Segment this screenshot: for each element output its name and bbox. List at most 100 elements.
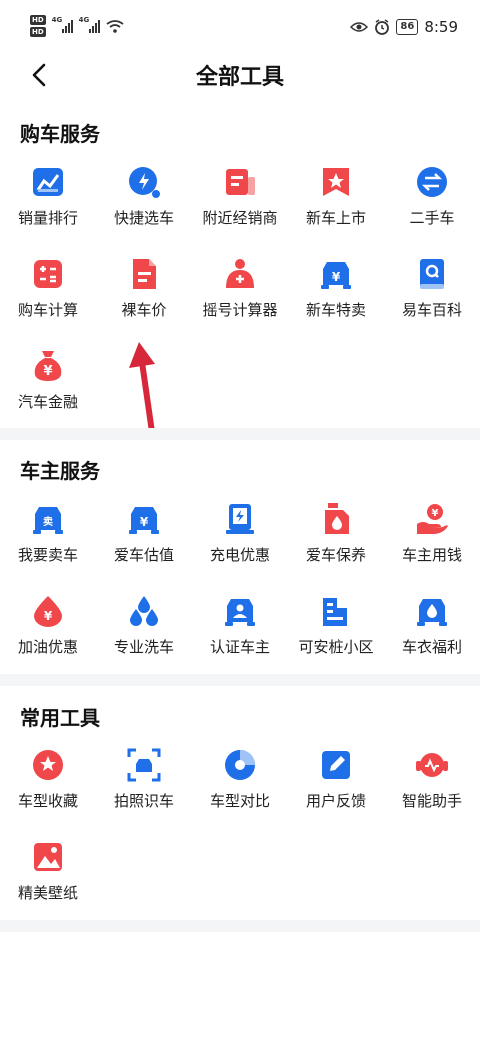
- tool-charging[interactable]: 充电优惠: [192, 502, 288, 592]
- tool-label: 爱车估值: [113, 546, 174, 564]
- tool-feedback[interactable]: 用户反馈: [288, 748, 384, 838]
- svg-text:卖: 卖: [43, 515, 53, 528]
- tool-used-car[interactable]: 二手车: [384, 165, 480, 255]
- valuation-icon: ¥: [129, 507, 159, 534]
- alarm-icon: [375, 19, 390, 35]
- tool-label: 易车百科: [401, 301, 462, 319]
- tool-label: 可安桩小区: [298, 638, 374, 656]
- tool-label: 裸车价: [121, 301, 167, 319]
- tool-car-wash[interactable]: 专业洗车: [96, 594, 192, 684]
- sales-ranking-icon: [33, 168, 63, 196]
- wifi-icon: [106, 20, 124, 33]
- tool-label: 用户反馈: [305, 792, 366, 810]
- pie-compare-icon: [225, 750, 255, 780]
- section-divider: [0, 674, 480, 686]
- tool-label: 汽车金融: [17, 393, 78, 411]
- tool-auto-finance[interactable]: ¥ 汽车金融: [0, 349, 96, 439]
- charging-icon: [226, 504, 254, 534]
- section-divider: [0, 920, 480, 932]
- tool-label: 购车计算: [17, 301, 78, 319]
- tool-label: 爱车保养: [305, 546, 366, 564]
- tool-special-sale[interactable]: ¥ 新车特卖: [288, 257, 384, 347]
- tool-label: 车衣福利: [401, 638, 462, 656]
- tool-dealer[interactable]: 附近经销商: [192, 165, 288, 255]
- encyclopedia-icon: [420, 259, 444, 289]
- oil-icon: [325, 503, 349, 534]
- car-cover-icon: [417, 599, 447, 626]
- section-title-purchase: 购车服务: [20, 122, 100, 146]
- tool-price[interactable]: 裸车价: [96, 257, 192, 347]
- tool-label: 新车特卖: [305, 301, 366, 319]
- section-divider: [0, 428, 480, 440]
- tool-fuel[interactable]: ¥ 加油优惠: [0, 594, 96, 684]
- tool-label: 车型对比: [209, 792, 270, 810]
- special-sale-icon: ¥: [321, 262, 351, 289]
- svg-text:¥: ¥: [332, 270, 341, 284]
- hand-coin-icon: ¥: [417, 504, 448, 534]
- money-bag-icon: ¥: [34, 351, 62, 381]
- tool-maintenance[interactable]: 爱车保养: [288, 502, 384, 592]
- tool-label: 二手车: [409, 209, 455, 227]
- tool-label: 加油优惠: [17, 638, 78, 656]
- favorite-icon: [33, 750, 63, 780]
- tool-label: 精美壁纸: [17, 884, 78, 902]
- tool-encyclopedia[interactable]: 易车百科: [384, 257, 480, 347]
- tool-label: 新车上市: [305, 209, 366, 227]
- tool-label: 摇号计算器: [202, 301, 278, 319]
- tool-favorites[interactable]: 车型收藏: [0, 748, 96, 838]
- tool-assistant[interactable]: 智能助手: [384, 748, 480, 838]
- water-drops-icon: [130, 596, 158, 626]
- tool-calculator[interactable]: 购车计算: [0, 257, 96, 347]
- calculator-icon: [34, 260, 62, 288]
- eye-icon: [350, 22, 369, 32]
- svg-text:¥: ¥: [140, 515, 149, 529]
- page-header: 全部工具: [0, 52, 480, 102]
- annotation-arrow-icon: [129, 342, 155, 435]
- status-left: HD HD 4G 4G: [30, 15, 124, 37]
- tool-charging-community[interactable]: 可安桩小区: [288, 594, 384, 684]
- status-bar: HD HD 4G 4G 86 8:59: [0, 0, 480, 52]
- hd-badge-2: HD: [30, 27, 46, 37]
- wallpaper-icon: [34, 843, 62, 871]
- tool-label: 认证车主: [209, 638, 270, 656]
- tool-sell-car[interactable]: 卖 我要卖车: [0, 502, 96, 592]
- page-title: 全部工具: [195, 65, 284, 90]
- fuel-icon: ¥: [34, 596, 62, 627]
- tool-car-cover[interactable]: 车衣福利: [384, 594, 480, 684]
- svg-text:¥: ¥: [432, 508, 439, 519]
- tool-label: 拍照识车: [113, 792, 174, 810]
- tool-new-car[interactable]: 新车上市: [288, 165, 384, 255]
- tool-label: 快捷选车: [113, 209, 174, 227]
- scan-car-icon: [127, 748, 161, 782]
- tool-label: 附近经销商: [202, 209, 278, 227]
- status-right: 86 8:59: [350, 18, 458, 36]
- quick-select-icon: [129, 167, 160, 198]
- lottery-icon: [226, 259, 254, 288]
- signal-icon-2: 4G: [79, 16, 100, 33]
- tool-verified-owner[interactable]: 认证车主: [192, 594, 288, 684]
- tool-label: 销量排行: [17, 209, 78, 227]
- tool-quick-select[interactable]: 快捷选车: [96, 165, 192, 255]
- tool-label: 智能助手: [401, 792, 462, 810]
- dealer-icon: [226, 169, 255, 195]
- svg-text:¥: ¥: [43, 364, 52, 379]
- new-car-icon: [323, 168, 349, 196]
- section-title-tools: 常用工具: [20, 706, 100, 730]
- tool-owner-money[interactable]: ¥ 车主用钱: [384, 502, 480, 592]
- tool-valuation[interactable]: ¥ 爱车估值: [96, 502, 192, 592]
- tool-label: 我要卖车: [17, 546, 78, 564]
- tool-photo-recognize[interactable]: 拍照识车: [96, 748, 192, 838]
- price-doc-icon: [133, 259, 156, 289]
- tool-sales-ranking[interactable]: 销量排行: [0, 165, 96, 255]
- tool-lottery[interactable]: 摇号计算器: [192, 257, 288, 347]
- edit-feedback-icon: [322, 751, 350, 779]
- used-car-icon: [417, 167, 447, 197]
- sell-car-icon: 卖: [33, 507, 63, 534]
- tool-compare[interactable]: 车型对比: [192, 748, 288, 838]
- tool-wallpaper[interactable]: 精美壁纸: [0, 840, 96, 930]
- tool-label: 充电优惠: [209, 546, 270, 564]
- tool-label: 专业洗车: [113, 638, 174, 656]
- battery-indicator: 86: [396, 19, 419, 35]
- clock: 8:59: [424, 18, 458, 36]
- building-icon: [323, 598, 347, 626]
